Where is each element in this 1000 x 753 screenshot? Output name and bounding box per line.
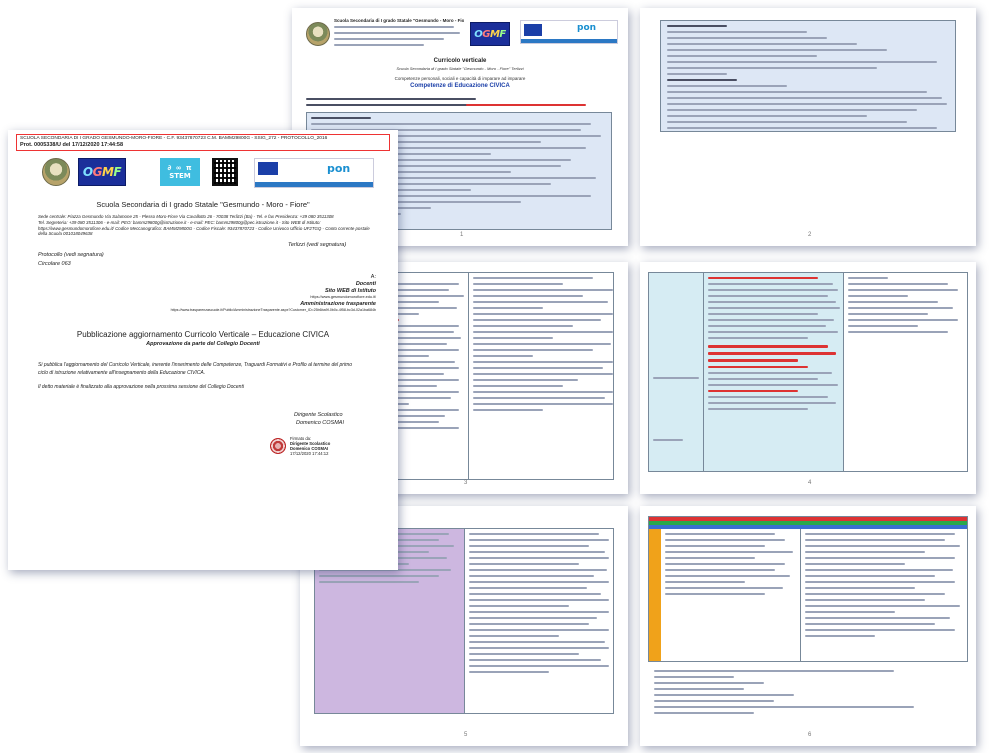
page6-table	[648, 516, 968, 662]
page4-table	[648, 272, 968, 472]
signature-note: Terlizzi (vedi segnatura)	[288, 242, 347, 248]
page-2: 2	[640, 8, 976, 246]
contact-line-1: Sede centrale: Piazza Gesmundo Via Salam…	[38, 214, 334, 219]
page1-line-a: Competenze personali, sociali e capacità…	[394, 76, 526, 81]
body-line-3: Il detto materiale è finalizzato alla ap…	[38, 384, 244, 390]
page-number: 3	[464, 480, 468, 486]
link-sito[interactable]: https://www.gesmundomorofiore.edu.it/	[310, 295, 376, 299]
page-6: 6	[640, 506, 976, 746]
stem-logo: ∂ ∞ π STEM	[160, 158, 200, 186]
pon-logo: pon	[254, 158, 374, 188]
page-number: 2	[808, 232, 812, 238]
to-sito: Sito WEB di Istituto	[324, 288, 376, 294]
page1-header-text: Scuola Secondaria di I grado Statale "Ge…	[334, 18, 464, 50]
contact-line-3: https://www.gesmundomorofiore.edu.it/ Co…	[38, 226, 370, 236]
ogmf-logo: OGMF	[78, 158, 126, 186]
subject-sub: Approvazione da parte del Collegio Docen…	[146, 341, 260, 347]
page-number: 6	[808, 732, 812, 738]
header-line: SCUOLA SECONDARIA DI I GRADO GESMUNDO-MO…	[20, 136, 328, 141]
to-docenti: Docenti	[355, 281, 376, 287]
republic-emblem-icon	[42, 158, 70, 186]
body-line-2: ciclo di istruzione relativamente all'in…	[38, 370, 206, 376]
school-name: Scuola Secondaria di I grado Statale "Ge…	[96, 200, 310, 209]
protocol-number: Prot. 0005338/U del 17/12/2020 17:44:58	[20, 142, 124, 148]
page1-subtitle: Scuola Secondaria di I grado Statale "Ge…	[396, 66, 524, 71]
page-number: 1	[460, 232, 464, 238]
page1-title: Curricolo verticale	[433, 58, 487, 64]
page1-intro-lines	[306, 98, 606, 110]
page2-table	[660, 20, 956, 132]
page6-footer-lines	[654, 670, 954, 718]
page-4: 4	[640, 262, 976, 494]
link-trasparente[interactable]: https://www.trasparenzascuole.it/Public/…	[38, 308, 376, 312]
ogmf-logo: OGMF	[470, 22, 510, 46]
digital-signature-seal-icon	[270, 438, 286, 454]
qr-code	[212, 158, 238, 186]
page1-competenze: Competenze di Educazione CIVICA	[410, 83, 510, 89]
body-line-1: Si pubblica l'aggiornamento del Curricol…	[38, 362, 353, 368]
contact-line-2: Tel. Segreteria: +39 080 3511306 - e-mai…	[38, 220, 321, 225]
page-number: 4	[808, 480, 812, 486]
to-amm: Amministrazione trasparente	[300, 301, 376, 307]
subject: Pubblicazione aggiornamento Curricolo Ve…	[76, 330, 330, 339]
page-number: 5	[464, 732, 468, 738]
republic-emblem-icon	[306, 22, 330, 46]
protocollo-ref: Protocollo (vedi segnatura)	[38, 252, 104, 258]
signer-role: Dirigente Scolastico	[294, 412, 343, 418]
front-letter-page: SCUOLA SECONDARIA DI I GRADO GESMUNDO-MO…	[8, 130, 398, 570]
circolare-ref: Circolare 063	[38, 261, 71, 267]
pon-logo: pon	[520, 20, 618, 44]
sig-4: 17/12/2020 17:44:12	[290, 451, 329, 456]
signer-name: Domenico COSMAI	[296, 420, 344, 426]
to-a: A:	[370, 274, 376, 280]
